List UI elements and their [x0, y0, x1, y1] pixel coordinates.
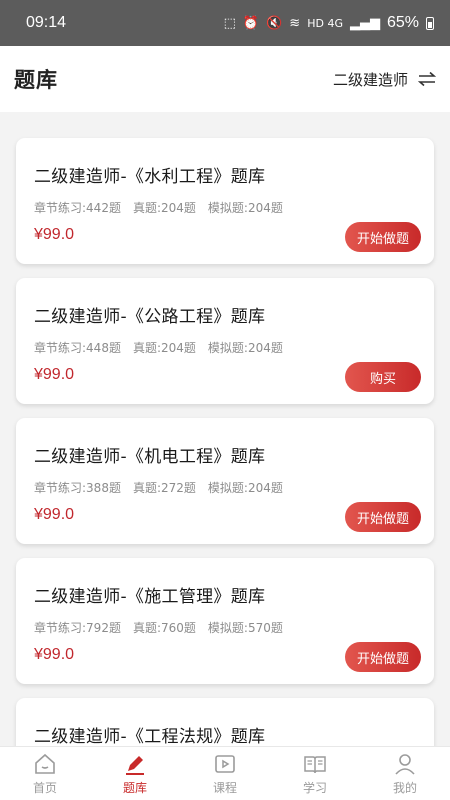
- bank-title: 二级建造师-《工程法规》题库: [34, 727, 266, 747]
- video-icon: [215, 754, 235, 773]
- bank-stats: 章节练习:442题 真题:204题 模拟题:204题: [34, 199, 416, 216]
- signal-icon: ▂▄▆: [349, 15, 380, 31]
- status-bar: 09:14 ⬚ ⏰ 🔇 ≋ HD 4G ▂▄▆ 65%: [0, 0, 450, 46]
- bank-title: 二级建造师-《公路工程》题库: [34, 307, 266, 327]
- start-practice-button[interactable]: 开始做题: [344, 502, 421, 532]
- chapter-count: 章节练习:448题: [34, 341, 121, 355]
- real-count: 真题:204题: [132, 341, 196, 355]
- bank-price: ¥99.0: [34, 646, 75, 663]
- buy-button[interactable]: 购买: [345, 362, 421, 392]
- pen-icon: [126, 755, 144, 775]
- bank-price: ¥99.0: [34, 226, 75, 243]
- battery-icon: [426, 16, 434, 30]
- notification-icon: ⬚: [223, 15, 236, 31]
- mock-count: 模拟题:204题: [207, 341, 283, 355]
- tab-label: 题库: [122, 780, 147, 795]
- bank-title: 二级建造师-《机电工程》题库: [34, 447, 266, 467]
- mock-count: 模拟题:204题: [207, 481, 283, 495]
- bank-card[interactable]: 二级建造师-《公路工程》题库 章节练习:448题 真题:204题 模拟题:204…: [16, 278, 434, 404]
- real-count: 真题:204题: [132, 201, 196, 215]
- wifi-icon: ≋: [289, 15, 301, 31]
- home-icon: [35, 753, 55, 774]
- app-header: 题库 二级建造师: [0, 46, 450, 112]
- chapter-count: 章节练习:792题: [34, 621, 121, 635]
- tab-label: 课程: [212, 780, 237, 795]
- mock-count: 模拟题:570题: [207, 621, 283, 635]
- bank-stats: 章节练习:448题 真题:204题 模拟题:204题: [34, 339, 416, 356]
- tab-home[interactable]: 首页: [0, 747, 90, 800]
- bank-title: 二级建造师-《水利工程》题库: [34, 167, 266, 187]
- tab-label: 学习: [302, 780, 327, 795]
- battery-percent: 65%: [386, 14, 419, 31]
- tab-label: 首页: [32, 780, 57, 795]
- chapter-count: 章节练习:388题: [34, 481, 121, 495]
- bank-card[interactable]: 二级建造师-《机电工程》题库 章节练习:388题 真题:272题 模拟题:204…: [16, 418, 434, 544]
- swap-icon: [418, 71, 436, 87]
- exam-switch-label: 二级建造师: [332, 70, 408, 89]
- book-icon: [304, 755, 326, 773]
- bank-stats: 章节练习:388题 真题:272题 模拟题:204题: [34, 479, 416, 496]
- tab-label: 我的: [392, 780, 417, 795]
- bank-price: ¥99.0: [34, 366, 75, 383]
- status-icons: ⬚ ⏰ 🔇 ≋ HD 4G ▂▄▆ 65%: [224, 14, 434, 32]
- start-practice-button[interactable]: 开始做题: [344, 222, 421, 252]
- question-bank-list: 二级建造师-《水利工程》题库 章节练习:442题 真题:204题 模拟题:204…: [16, 138, 434, 800]
- bank-card[interactable]: 二级建造师-《水利工程》题库 章节练习:442题 真题:204题 模拟题:204…: [16, 138, 434, 264]
- status-time: 09:14: [26, 14, 67, 31]
- page-title: 题库: [14, 68, 58, 92]
- bank-price: ¥99.0: [34, 506, 75, 523]
- bank-title: 二级建造师-《施工管理》题库: [34, 587, 266, 607]
- start-practice-button[interactable]: 开始做题: [344, 642, 421, 672]
- user-icon: [395, 753, 415, 775]
- mute-icon: 🔇: [266, 15, 283, 31]
- tab-profile[interactable]: 我的: [360, 747, 450, 800]
- bottom-tab-bar: 首页 题库 课程 学习 我的: [0, 746, 450, 800]
- exam-switch-button[interactable]: 二级建造师: [333, 69, 436, 90]
- real-count: 真题:272题: [132, 481, 196, 495]
- network-label: HD 4G: [307, 16, 343, 30]
- chapter-count: 章节练习:442题: [34, 201, 121, 215]
- tab-study[interactable]: 学习: [270, 747, 360, 800]
- alarm-icon: ⏰: [242, 15, 260, 31]
- bank-card[interactable]: 二级建造师-《施工管理》题库 章节练习:792题 真题:760题 模拟题:570…: [16, 558, 434, 684]
- real-count: 真题:760题: [132, 621, 196, 635]
- tab-question-bank[interactable]: 题库: [90, 747, 180, 800]
- tab-courses[interactable]: 课程: [180, 747, 270, 800]
- bank-stats: 章节练习:792题 真题:760题 模拟题:570题: [34, 619, 416, 636]
- mock-count: 模拟题:204题: [207, 201, 283, 215]
